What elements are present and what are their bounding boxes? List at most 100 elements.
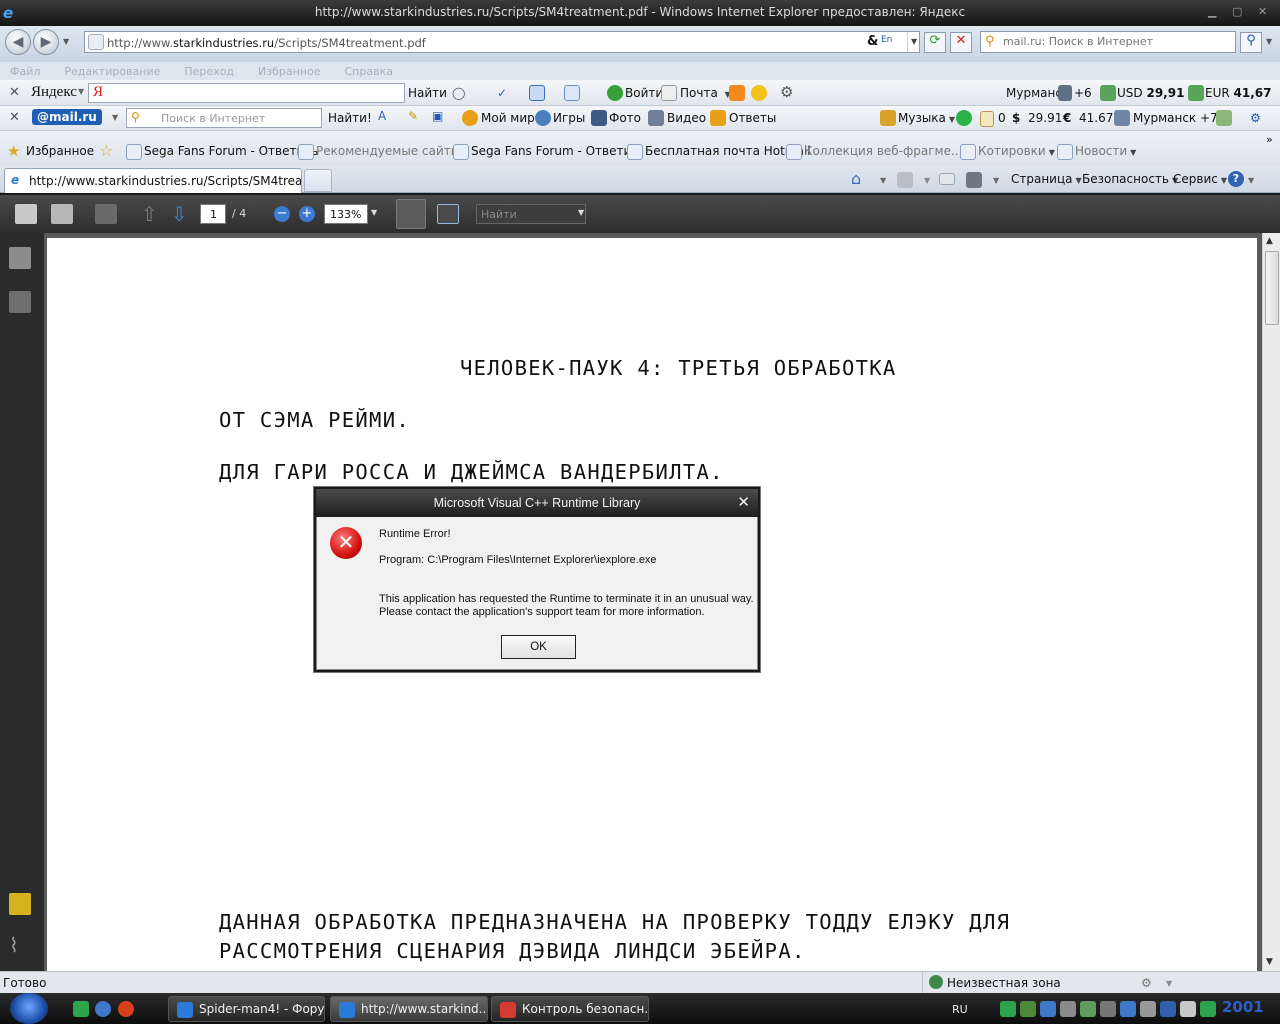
zoom-in-icon[interactable]: + <box>299 206 315 222</box>
search-input[interactable] <box>1003 35 1228 48</box>
page-number-input[interactable]: 1 <box>200 204 226 224</box>
read-mail-icon[interactable] <box>939 173 955 185</box>
stop-icon[interactable]: ✕ <box>950 32 972 53</box>
map-icon[interactable] <box>1216 110 1232 126</box>
favorites-star-icon[interactable] <box>751 85 767 101</box>
pdf-find-input[interactable]: Найти <box>476 204 586 224</box>
translate-page-icon[interactable] <box>529 85 545 101</box>
zoom-dropdown-icon[interactable]: ▼ <box>371 208 377 217</box>
fav-link-webslices[interactable]: Коллекция веб-фрагме...▼ <box>804 144 972 158</box>
minimize-button[interactable]: ▁ <box>1208 5 1216 18</box>
tray-icon-7[interactable] <box>1120 1001 1136 1017</box>
fav-link-quotes[interactable]: Котировки ▼ <box>978 144 1055 158</box>
options-icon[interactable]: ⚙ <box>1250 111 1261 125</box>
pages-panel-icon[interactable] <box>9 247 31 269</box>
taskbar-item-forum[interactable]: Spider-man4! - Фору... <box>168 996 325 1022</box>
binoculars-icon[interactable] <box>9 291 31 313</box>
fav-link-sega-2[interactable]: Sega Fans Forum - Ответи... <box>471 144 643 158</box>
quicklaunch-icon-2[interactable] <box>95 1001 111 1017</box>
tray-icon-9[interactable] <box>1160 1001 1176 1017</box>
search-options-icon[interactable]: ▼ <box>1266 37 1272 46</box>
quicklaunch-icon-1[interactable] <box>73 1001 89 1017</box>
tray-icon-6[interactable] <box>1100 1001 1116 1017</box>
tools-menu[interactable]: Сервис ▼ <box>1173 172 1227 186</box>
mailru-item-answers[interactable]: Ответы <box>729 111 776 125</box>
mailru-item-video[interactable]: Видео <box>667 111 706 125</box>
menu-edit[interactable]: Редактирование <box>64 65 160 78</box>
mailru-item-games[interactable]: Игры <box>553 111 585 125</box>
settings-gear-icon[interactable]: ⚙ <box>780 83 793 101</box>
close-mailbar-icon[interactable]: ✕ <box>9 110 20 125</box>
mailru-eur[interactable]: 41.67 <box>1079 111 1113 125</box>
close-window-button[interactable]: ✕ <box>1258 5 1267 18</box>
pdf-save-icon[interactable] <box>51 204 73 224</box>
help-icon[interactable]: ? <box>1228 171 1244 187</box>
tray-icon-1[interactable] <box>1000 1001 1016 1017</box>
new-tab-button[interactable] <box>304 169 332 192</box>
security-zone[interactable]: Неизвестная зона <box>947 976 1061 990</box>
menu-help[interactable]: Справка <box>345 65 393 78</box>
mail-button[interactable]: Почта ▼ <box>680 86 731 100</box>
tray-icon-4[interactable] <box>1060 1001 1076 1017</box>
home-icon[interactable]: ⌂ <box>851 169 861 188</box>
page-menu[interactable]: Страница ▼ <box>1011 172 1082 186</box>
menu-favorites[interactable]: Избранное <box>258 65 320 78</box>
eur-rate[interactable]: EUR 41,67 <box>1205 86 1272 100</box>
scroll-thumb[interactable] <box>1265 251 1279 325</box>
tray-icon-11[interactable] <box>1200 1001 1216 1017</box>
clock[interactable]: 2001 <box>1222 998 1264 1016</box>
mailru-item-myworld[interactable]: Мой мир <box>481 111 535 125</box>
yandex-menu-icon[interactable]: ▼ <box>78 87 84 96</box>
ok-button[interactable]: OK <box>501 635 576 659</box>
zoom-status-dropdown-icon[interactable]: ▼ <box>1166 979 1172 988</box>
login-button[interactable]: Войти <box>625 86 663 100</box>
bookmarks-icon[interactable] <box>729 85 745 101</box>
start-button[interactable] <box>10 993 48 1024</box>
quicklaunch-icon-3[interactable] <box>118 1001 134 1017</box>
translate-icon[interactable]: & <box>867 34 878 49</box>
help-dropdown-icon[interactable]: ▼ <box>1248 176 1254 185</box>
address-dropdown-icon[interactable]: ▼ <box>907 32 921 52</box>
tray-icon-5[interactable] <box>1080 1001 1096 1017</box>
find-dropdown-icon[interactable]: ▼ <box>578 208 584 217</box>
mailru-item-photo[interactable]: Фото <box>609 111 641 125</box>
attachments-icon[interactable]: ⌇ <box>9 933 19 957</box>
address-bar[interactable]: http://www.starkindustries.ru/Scripts/SM… <box>84 31 920 53</box>
mailru-usd[interactable]: 29.91 <box>1028 111 1062 125</box>
language-indicator[interactable]: RU <box>952 1003 968 1016</box>
maximize-button[interactable]: ▢ <box>1232 5 1242 18</box>
prev-page-icon[interactable]: ⇧ <box>141 202 158 226</box>
history-dropdown-icon[interactable]: ▼ <box>63 37 69 46</box>
fav-link-news[interactable]: Новости ▼ <box>1075 144 1136 158</box>
zoom-icon[interactable]: ▣ <box>432 109 443 123</box>
pdf-share-icon[interactable] <box>95 204 117 224</box>
tray-icon-8[interactable] <box>1140 1001 1156 1017</box>
tray-icon-10[interactable] <box>1180 1001 1196 1017</box>
favorites-button[interactable]: Избранное <box>26 144 94 158</box>
agent-icon[interactable] <box>956 110 972 126</box>
zoom-level-input[interactable]: 133% <box>324 204 368 224</box>
forward-button[interactable]: ▶ <box>33 29 59 55</box>
comment-icon[interactable]: ◯ <box>452 86 465 100</box>
music-button[interactable]: Музыка ▼ <box>898 111 955 125</box>
close-toolbar-icon[interactable]: ✕ <box>9 85 20 100</box>
vertical-scrollbar[interactable]: ▲ ▼ <box>1262 233 1280 971</box>
favbar-overflow-icon[interactable]: » <box>1266 133 1273 146</box>
fit-page-icon[interactable] <box>437 204 459 224</box>
tab-active[interactable]: e http://www.starkindustries.ru/Scripts/… <box>4 168 302 193</box>
back-button[interactable]: ◀ <box>5 29 31 55</box>
scroll-down-icon[interactable]: ▼ <box>1266 957 1273 967</box>
protected-mode-icon[interactable]: ⚙ <box>1141 976 1152 990</box>
dialog-close-icon[interactable]: ✕ <box>737 493 750 511</box>
search-box[interactable]: ⚲ <box>980 31 1236 53</box>
fit-width-icon[interactable] <box>396 199 426 229</box>
pdf-print-icon[interactable] <box>15 204 37 224</box>
menu-file[interactable]: Файл <box>10 65 40 78</box>
tray-icon-2[interactable] <box>1020 1001 1036 1017</box>
taskbar-item-ie[interactable]: http://www.starkind... <box>330 996 488 1022</box>
search-icon[interactable]: ⚲ <box>1240 32 1262 53</box>
scroll-up-icon[interactable]: ▲ <box>1266 236 1273 246</box>
mailru-find-button[interactable]: Найти! <box>328 111 372 125</box>
comments-icon[interactable] <box>9 893 31 915</box>
page-tools-icon[interactable] <box>564 85 580 101</box>
